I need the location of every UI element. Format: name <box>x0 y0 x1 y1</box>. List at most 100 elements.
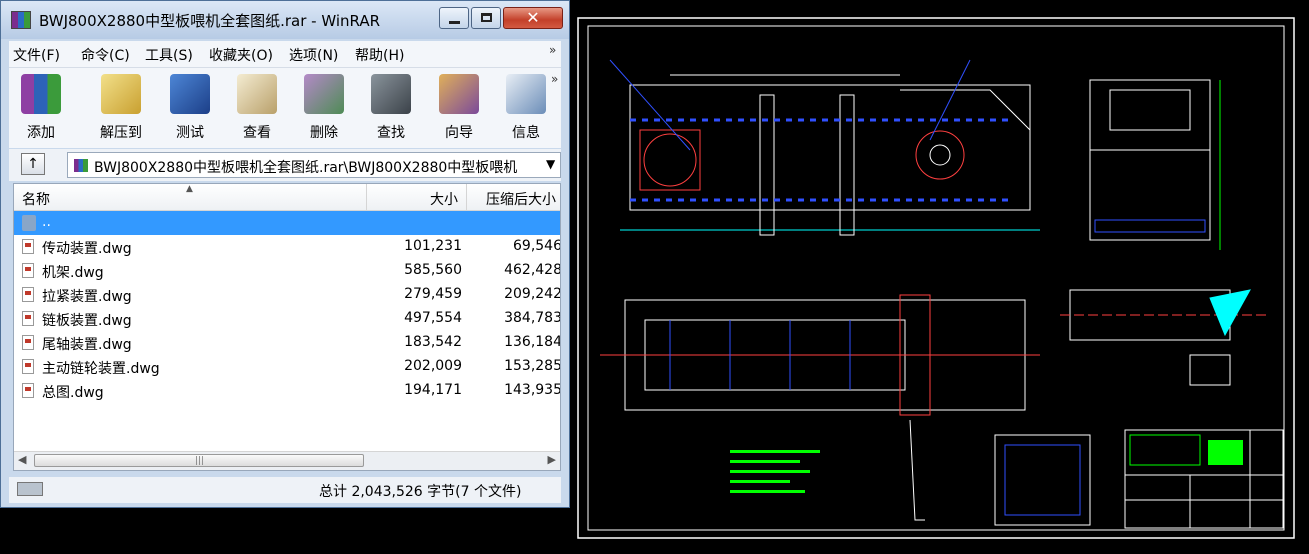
file-name: 尾轴装置.dwg <box>42 337 132 353</box>
close-button[interactable]: ✕ <box>503 7 563 29</box>
menu-file[interactable]: 文件(F) <box>13 45 60 65</box>
file-size: 101,231 <box>404 238 462 254</box>
dwg-file-icon <box>22 287 34 302</box>
sheet-inner-border <box>587 25 1285 531</box>
view-button-label: 查看 <box>243 125 271 141</box>
table-row[interactable]: 拉紧装置.dwg 279,459 209,242 <box>14 283 560 307</box>
maximize-button[interactable] <box>471 7 501 29</box>
detail-views <box>994 289 1270 526</box>
wizard-button[interactable]: 向导 <box>429 70 489 144</box>
delete-button-label: 删除 <box>310 125 338 141</box>
file-packed-size: 462,428 <box>504 262 561 278</box>
find-button-label: 查找 <box>377 125 405 141</box>
menu-bar: 文件(F) 命令(C) 工具(S) 收藏夹(O) 选项(N) 帮助(H) » <box>9 41 561 67</box>
file-packed-size: 69,546 <box>513 238 561 254</box>
table-row[interactable]: 主动链轮装置.dwg 202,009 153,285 <box>14 355 561 379</box>
winrar-app-icon[interactable] <box>11 11 31 29</box>
table-row[interactable]: 传动装置.dwg 101,231 69,546 <box>14 235 561 259</box>
view-icon <box>237 74 277 114</box>
parent-folder-icon <box>22 215 36 231</box>
column-size[interactable]: 大小 <box>430 189 458 209</box>
toolbar: 添加 解压到 测试 查看 删除 查找 向导 信息 » <box>9 67 561 148</box>
dwg-file-icon <box>22 383 34 398</box>
menu-tools[interactable]: 工具(S) <box>145 45 193 65</box>
extract-to-button[interactable]: 解压到 <box>91 70 151 144</box>
maximize-icon <box>481 13 492 22</box>
add-button-label: 添加 <box>27 125 55 141</box>
file-list[interactable]: 名称 ▲ 大小 压缩后大小 .. 传动装置.dwg 101,231 69,546… <box>13 183 561 471</box>
status-text: 总计 2,043,526 字节(7 个文件) <box>319 484 522 500</box>
column-divider[interactable] <box>466 184 467 210</box>
menu-overflow-icon[interactable]: » <box>549 43 556 57</box>
table-row[interactable]: 尾轴装置.dwg 183,542 136,184 <box>14 331 561 355</box>
add-archive-icon <box>21 74 61 114</box>
file-size: 194,171 <box>404 382 462 398</box>
toolbar-overflow-icon[interactable]: » <box>551 72 558 86</box>
file-size: 585,560 <box>404 262 462 278</box>
notes <box>730 450 820 493</box>
table-row[interactable]: 链板装置.dwg 497,554 384,783 <box>14 307 561 331</box>
menu-options[interactable]: 选项(N) <box>289 45 338 65</box>
scroll-right-icon[interactable]: ▶ <box>548 453 556 466</box>
file-name: 传动装置.dwg <box>42 241 132 257</box>
plan-view <box>600 294 1040 521</box>
menu-help[interactable]: 帮助(H) <box>355 45 404 65</box>
wizard-button-label: 向导 <box>445 125 473 141</box>
column-packed[interactable]: 压缩后大小 <box>486 189 556 209</box>
file-name: 总图.dwg <box>42 385 104 401</box>
file-packed-size: 153,285 <box>504 358 561 374</box>
test-button[interactable]: 测试 <box>160 70 220 144</box>
column-header: 名称 ▲ 大小 压缩后大小 <box>14 184 560 211</box>
file-name: .. <box>42 214 51 230</box>
status-bar: 总计 2,043,526 字节(7 个文件) <box>9 477 561 503</box>
chevron-down-icon[interactable]: ▼ <box>546 157 555 171</box>
winrar-window: BWJ800X2880中型板喂机全套图纸.rar - WinRAR ✕ 文件(F… <box>0 0 570 508</box>
wizard-icon <box>439 74 479 114</box>
dwg-file-icon <box>22 263 34 278</box>
address-bar: ↑ BWJ800X2880中型板喂机全套图纸.rar\BWJ800X2880中型… <box>9 149 561 181</box>
dwg-file-icon <box>22 359 34 374</box>
menu-favorites[interactable]: 收藏夹(O) <box>209 45 273 65</box>
find-icon <box>371 74 411 114</box>
end-view <box>1089 79 1221 250</box>
scrollbar-thumb[interactable]: ||| <box>34 454 364 467</box>
info-icon <box>506 74 546 114</box>
grip-icon: ||| <box>195 456 205 466</box>
sheet-border <box>577 17 1295 539</box>
column-divider[interactable] <box>366 184 367 210</box>
table-row[interactable]: .. <box>14 211 560 235</box>
file-packed-size: 384,783 <box>504 310 561 326</box>
minimize-button[interactable] <box>439 7 469 29</box>
add-button[interactable]: 添加 <box>11 70 71 144</box>
file-packed-size: 136,184 <box>504 334 561 350</box>
menu-commands[interactable]: 命令(C) <box>81 45 130 65</box>
file-size: 279,459 <box>404 286 462 302</box>
title-bar[interactable]: BWJ800X2880中型板喂机全套图纸.rar - WinRAR ✕ <box>1 1 569 39</box>
find-button[interactable]: 查找 <box>361 70 421 144</box>
up-folder-button[interactable]: ↑ <box>21 153 45 175</box>
up-arrow-icon: ↑ <box>27 156 39 172</box>
info-button-label: 信息 <box>512 125 540 141</box>
file-name: 链板装置.dwg <box>42 313 132 329</box>
cad-drawing-svg <box>577 17 1295 539</box>
view-button[interactable]: 查看 <box>227 70 287 144</box>
column-name[interactable]: 名称 <box>22 189 50 209</box>
test-icon <box>170 74 210 114</box>
table-row[interactable]: 机架.dwg 585,560 462,428 <box>14 259 561 283</box>
file-name: 主动链轮装置.dwg <box>42 361 160 377</box>
horizontal-scrollbar[interactable]: ◀ ||| ▶ <box>14 451 560 470</box>
delete-button[interactable]: 删除 <box>294 70 354 144</box>
table-row[interactable]: 总图.dwg 194,171 143,935 <box>14 379 560 403</box>
file-size: 202,009 <box>404 358 462 374</box>
extract-to-button-label: 解压到 <box>100 125 142 141</box>
window-title: BWJ800X2880中型板喂机全套图纸.rar - WinRAR <box>39 12 381 30</box>
info-button[interactable]: 信息 <box>496 70 556 144</box>
drive-icon[interactable] <box>17 482 43 496</box>
extract-to-icon <box>101 74 141 114</box>
scroll-left-icon[interactable]: ◀ <box>18 453 26 466</box>
file-name: 机架.dwg <box>42 265 104 281</box>
dwg-file-icon <box>22 335 34 350</box>
delete-icon <box>304 74 344 114</box>
path-combobox[interactable]: BWJ800X2880中型板喂机全套图纸.rar\BWJ800X2880中型板喂… <box>67 152 561 178</box>
close-icon: ✕ <box>526 8 540 27</box>
